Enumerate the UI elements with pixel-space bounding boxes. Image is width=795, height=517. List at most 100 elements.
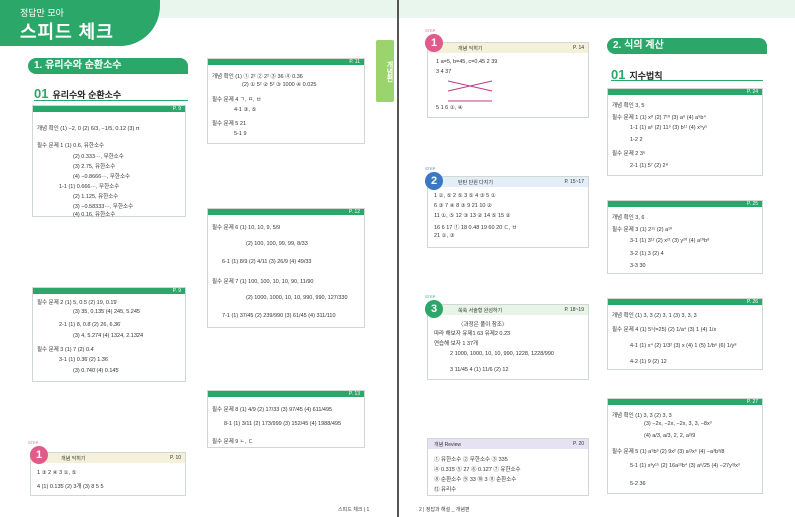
answer-box-p26: P. 26 개념 확인 (1) 3, 3 (2) 3, 1 (3) 3, 3, … [607, 298, 763, 370]
row: 필수 문제 5 21 [212, 121, 247, 127]
answer-box-p9b: P. 9 필수 문제 2 (1) 5, 0.5̇ (2) 19, 0.1̇9̇ … [32, 287, 186, 382]
chapter-tab: 1. 유리수와 순환소수 [28, 58, 188, 74]
row: 5-1 9 [234, 131, 247, 137]
row: 필수 문제 1 (1) 0.6, 유한소수 [37, 143, 105, 149]
row: 필수 문제 6 (1) 10, 10, 9, 5/9 [212, 225, 281, 231]
page-ref: P. 9 [172, 288, 181, 294]
row: (3) 0.7̇40̇ (4) 0.14̇5̇ [73, 368, 119, 374]
page-ref: P. 27 [746, 399, 758, 405]
row: 3-1 (1) 3¹² (2) x²¹ (3) y²⁰ (4) a¹⁰b⁸ [630, 238, 710, 244]
step-row: 4 (1) 0.13̇5̇ (2) 3개 (3) 8 5 5 [37, 484, 104, 490]
row: 필수 문제 7 (1) 100, 100, 10, 10, 90, 11/90 [212, 279, 314, 285]
row: 필수 문제 2 (1) 5, 0.5̇ (2) 19, 0.1̇9̇ [37, 300, 117, 306]
row: (3) −0.58333···, 무한소수 [73, 204, 134, 210]
step2-box: 탄탄 단원 다지기 P. 15~17 1 ①, ⑤ 2 ⑤ 3 ⑤ 4 ③ 5 … [427, 176, 589, 248]
review-title: 개념 Review [434, 442, 461, 448]
step-page: P. 14 [572, 45, 584, 51]
answer-box-p11: P. 11 개념 확인 (1) ① 2² ② 2² ③ 36 ④ 0.36 (2… [207, 58, 365, 144]
answer-box-p27: P. 27 개념 확인 (1) 3, 3 (2) 3, 3 (3) −2x, −… [607, 398, 763, 494]
row: 필수 문제 4 ㄱ, ㅁ, ㅂ [212, 97, 262, 103]
chapter-tab: 2. 식의 계산 [607, 38, 767, 54]
row: (2) 1.125, 유한소수 [73, 194, 119, 200]
header-title: 스피드 체크 [20, 22, 114, 42]
review-page: P. 20 [572, 441, 584, 447]
row: 개념 확인 (1) 3, 3 (2) 3, 1 (3) 3, 3, 3 [612, 313, 697, 319]
step-bar [428, 43, 588, 53]
review-row: ④ 0.31̇5̇ ⑤ 27 ⑥ 0.12̇7̇ ⑦ 유한소수 [434, 467, 521, 473]
page-footer: 2 | 정답과 해설 _ 개념편 [419, 507, 470, 513]
row: (2) 100, 100, 99, 99, 8/33 [246, 241, 308, 247]
row: 5-2 36 [630, 481, 646, 487]
right-page: 개념 익히기 P. 14 1 a=5, b=45, c=0.45 2 39 3 … [399, 0, 795, 517]
step-row: 3 4 37 [436, 69, 452, 75]
box-bar [608, 201, 762, 207]
page-ref: P. 25 [746, 201, 758, 207]
step-row: 연습해 보자 1 37개 [434, 341, 479, 347]
answer-box-p24: P. 24 개념 확인 3, 5 필수 문제 1 (1) x⁸ (2) 7¹⁰ … [607, 88, 763, 176]
row: 필수 문제 3 (1) 7 (2) 0.4̇ [37, 347, 94, 353]
step-row: 2 1000, 1000, 10, 10, 990, 1228, 1228/99… [450, 351, 554, 357]
box-bar [608, 89, 762, 95]
answer-box-p12: P. 12 필수 문제 6 (1) 10, 10, 9, 5/9 (2) 100… [207, 208, 365, 328]
box-bar [208, 391, 364, 397]
row: 개념 확인 (1) 3, 3 (2) 3, 3 [612, 413, 672, 419]
step-label: STEP [28, 440, 39, 445]
step-title: 개념 익히기 [458, 46, 483, 52]
row: (4) a/3, a/3, 2, 2, a²/9 [644, 433, 696, 439]
row: (2) 1000, 1000, 10, 10, 990, 990, 127/33… [246, 295, 348, 301]
review-row: ⑧ 순환소수 ⑨ 33 ⑩ 3 ⑪ 순환소수 [434, 477, 517, 483]
step-page: P. 10 [169, 455, 181, 461]
section-underline [34, 100, 188, 101]
row: (2) ① 5² ② 5² ③ 1000 ④ 0.025 [242, 82, 317, 88]
step-row: 21 ①, ③ [434, 233, 455, 239]
page-ref: P. 11 [349, 59, 360, 65]
step3-box: 쑥쑥 서술형 완성하기 P. 18~19 〈과정은 풀이 참조〉 따라 해보자 … [427, 304, 589, 380]
step-row: 16 6 17 ① 18 0.48 19 60 20 ㄷ, ㅂ [434, 225, 517, 231]
box-bar [608, 399, 762, 405]
row: 필수 문제 2 3⁶ [612, 151, 646, 157]
review-row: ① 유한소수 ② 무한소수 ③ 335 [434, 457, 508, 463]
step-label: STEP [425, 294, 436, 299]
page-ref: P. 9 [172, 106, 181, 112]
row: 7-1 (1) 37/45 (2) 239/990 (3) 61/45 (4) … [222, 313, 336, 319]
page-footer: 스피드 체크 | 1 [338, 507, 370, 513]
box-bar [33, 106, 185, 112]
row: (3) −2x, −2x, −2x, 3, 3, −8x³ [644, 421, 712, 427]
section-underline [611, 80, 763, 81]
row: 3-2 (1) 3 (2) 4 [630, 251, 664, 257]
page-ref: P. 26 [746, 299, 758, 305]
box-bar [608, 299, 762, 305]
step-badge: 1 [30, 446, 48, 464]
row: (4) −0.8666···, 무한소수 [73, 174, 131, 180]
box-bar [33, 288, 185, 294]
row: (4) 0.16, 유한소수 [73, 212, 116, 218]
step-badge: 3 [425, 300, 443, 318]
review-box: 개념 Review P. 20 ① 유한소수 ② 무한소수 ③ 335 ④ 0.… [427, 438, 589, 496]
row: 3-3 30 [630, 263, 646, 269]
step-row: 5 1 6 ①, ④ [436, 105, 463, 111]
step-row: 1 ①, ⑤ 2 ⑤ 3 ⑤ 4 ③ 5 ① [434, 193, 496, 199]
row: 5-1 (1) x³y¹⁵ (2) 16a¹²b⁴ (3) a⁶/25 (4) … [630, 463, 740, 469]
row: 개념 확인 3, 6 [612, 215, 645, 221]
row: (3) 2.75, 유한소수 [73, 164, 116, 170]
page-ref: P. 13 [348, 391, 360, 397]
row: 1-2 2 [630, 137, 643, 143]
review-row: ⑫ 유리수 [434, 487, 457, 493]
row: 3-1 (1) 0.3̇6̇ (2) 1.3̇6̇ [59, 357, 108, 363]
step-row: 1 ③ 2 ④ 3 ①, ⑤ [37, 470, 77, 476]
row: 필수 문제 3 (1) 2¹⁵ (2) a¹⁰ [612, 227, 673, 233]
row: 1-1 (1) 0.666···, 무한소수 [59, 184, 120, 190]
step-row: 1 a=5, b=45, c=0.45 2 39 [436, 59, 498, 65]
row: 4-2 (1) 9 (2) 12 [630, 359, 667, 365]
step1-box: 개념 익히기 P. 14 1 a=5, b=45, c=0.45 2 39 3 … [427, 42, 589, 118]
step-row: 11 ①, ⑤ 12 ③ 13 ② 14 ⑤ 15 ② [434, 213, 511, 219]
left-page: 정답만 모아 스피드 체크 1. 유리수와 순환소수 01 유리수와 순환소수 P… [0, 0, 397, 517]
row: 2-1 (1) 8, 0.8̇ (2) 26, 6.3̇6̇ [59, 322, 121, 328]
box-bar [208, 209, 364, 215]
row: 필수 문제 5 (1) a⁹b³ (2) 9x² (3) a²/x⁶ (4) −… [612, 449, 725, 455]
section-title: 01 유리수와 순환소수 [34, 86, 121, 101]
header-strip [399, 0, 795, 18]
row: 4-1 ③, ⑤ [234, 107, 257, 113]
row: 필수 문제 4 (1) 5⁵(=25) (2) 1/a⁴ (3) 1 (4) 1… [612, 327, 717, 333]
row: 필수 문제 9 ㄴ, ㄷ [212, 439, 254, 445]
